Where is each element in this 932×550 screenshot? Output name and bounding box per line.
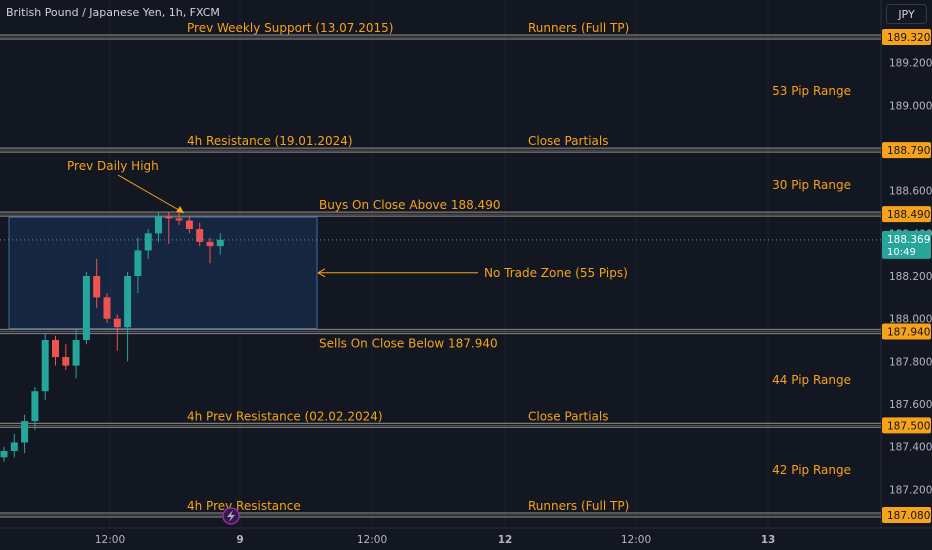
symbol-title: British Pound / Japanese Yen, 1h, FXCM <box>6 6 220 19</box>
candle-body <box>52 340 59 358</box>
price-tick-label: 187.200 <box>889 484 932 496</box>
candle-body <box>72 340 80 366</box>
price-badge-label: 188.790 <box>887 145 930 157</box>
time-tick-label: 9 <box>236 534 243 546</box>
price-tick-label: 187.600 <box>889 399 932 411</box>
current-price-label: 188.369 <box>887 234 930 246</box>
candle-body <box>206 241 214 247</box>
price-tick-label: 187.800 <box>889 356 932 368</box>
price-tick-label: 189.200 <box>889 58 932 70</box>
currency-button[interactable]: JPY <box>886 4 927 24</box>
candle-body <box>216 239 224 247</box>
time-tick-label: 13 <box>761 534 776 546</box>
pip-range-label: 30 Pip Range <box>772 178 851 192</box>
candle-body <box>31 391 39 422</box>
candle-body <box>124 276 132 328</box>
price-badge-label: 187.500 <box>887 420 930 432</box>
prev-daily-high-label: Prev Daily High <box>67 159 159 173</box>
level-label-right: Runners (Full TP) <box>528 21 629 35</box>
candle-body <box>62 357 70 366</box>
no-trade-zone-box <box>8 216 318 329</box>
price-badge-label: 187.940 <box>887 326 930 338</box>
level-label-right: Close Partials <box>528 409 608 423</box>
level-label-left: 4h Resistance (19.01.2024) <box>187 134 353 148</box>
bar-countdown-label: 10:49 <box>887 247 916 258</box>
candle-body <box>93 276 101 298</box>
price-badge-label: 189.320 <box>887 32 930 44</box>
time-tick-label: 12:00 <box>621 534 651 546</box>
price-tick-label: 188.200 <box>889 271 932 283</box>
level-label-left: Sells On Close Below 187.940 <box>319 336 498 350</box>
level-label-right: Close Partials <box>528 134 608 148</box>
chart-root[interactable]: 189.200189.000188.600188.400188.200188.0… <box>0 0 932 550</box>
time-tick-label: 12 <box>498 534 513 546</box>
candle-body <box>82 276 90 341</box>
level-label-left: Buys On Close Above 188.490 <box>319 198 500 212</box>
level-label-left: 4h Prev Resistance (02.02.2024) <box>187 409 383 423</box>
time-axis-panel <box>0 528 932 550</box>
candle-body <box>196 229 204 242</box>
level-label-left: Prev Weekly Support (13.07.2015) <box>187 21 393 35</box>
candle-body <box>10 442 18 451</box>
candle-body <box>175 218 183 221</box>
candle-body <box>0 450 8 458</box>
price-tick-label: 187.400 <box>889 442 932 454</box>
price-badge-label: 188.490 <box>887 209 930 221</box>
candle-body <box>21 421 29 443</box>
candle-body <box>113 318 121 328</box>
no-trade-zone-label: No Trade Zone (55 Pips) <box>484 266 628 280</box>
price-tick-label: 189.000 <box>889 100 932 112</box>
level-label-left: 4h Prev Resistance <box>187 499 301 513</box>
chart-canvas[interactable]: 189.200189.000188.600188.400188.200188.0… <box>0 0 932 550</box>
candle-body <box>144 233 152 251</box>
price-tick-label: 188.600 <box>889 186 932 198</box>
lightning-icon[interactable] <box>222 507 240 525</box>
pip-range-label: 42 Pip Range <box>772 463 851 477</box>
candle-body <box>165 216 173 219</box>
candle-body <box>185 220 193 230</box>
prev-daily-high-arrow <box>117 174 185 214</box>
time-tick-label: 12:00 <box>95 534 125 546</box>
candle-body <box>134 250 142 276</box>
candle-body <box>103 297 111 319</box>
candle-body <box>155 216 162 234</box>
candle-body <box>41 340 49 392</box>
level-label-right: Runners (Full TP) <box>528 499 629 513</box>
time-tick-label: 12:00 <box>357 534 387 546</box>
pip-range-label: 44 Pip Range <box>772 373 851 387</box>
price-badge-label: 187.080 <box>887 510 930 522</box>
pip-range-label: 53 Pip Range <box>772 84 851 98</box>
